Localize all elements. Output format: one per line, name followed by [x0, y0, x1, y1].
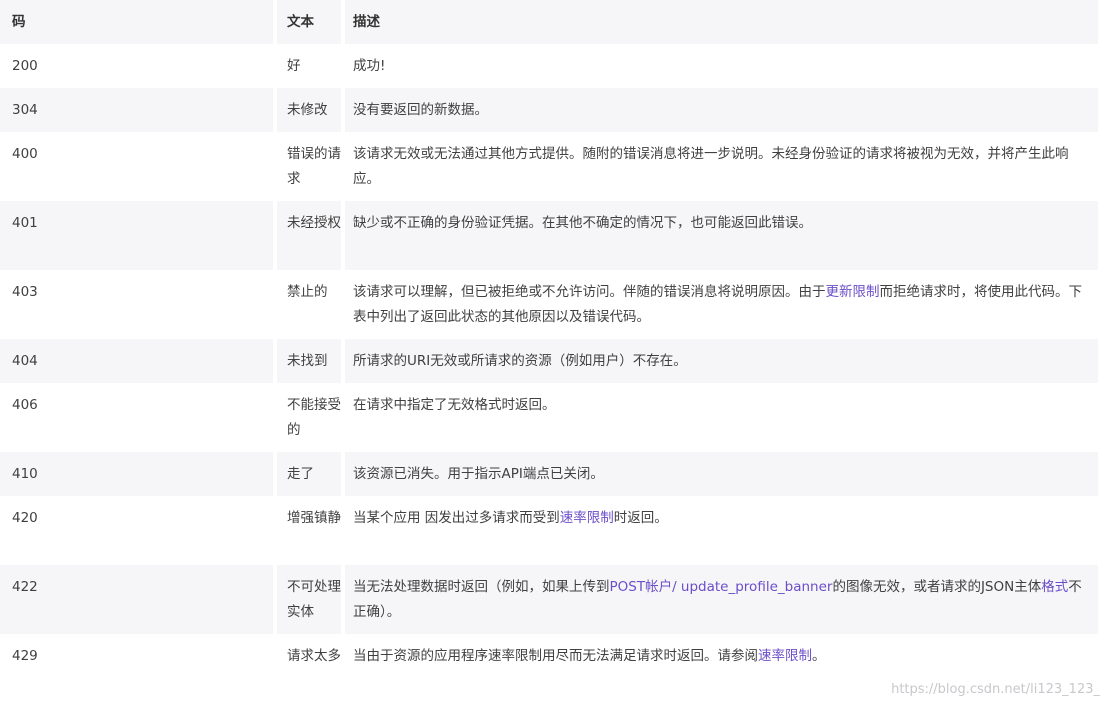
table-row: 422 不可处理实体 当无法处理数据时返回（例如，如果上传到POST帐户/ up… — [0, 565, 1098, 634]
table-row: 404 未找到 所请求的URI无效或所请求的资源（例如用户）不存在。 — [0, 339, 1098, 383]
rate-limit-link[interactable]: 速率限制 — [758, 648, 812, 664]
header-description: 描述 — [345, 0, 1098, 44]
status-code: 422 — [0, 565, 273, 634]
status-text: 走了 — [277, 452, 341, 496]
status-text: 错误的请求 — [277, 132, 341, 201]
status-description: 该资源已消失。用于指示API端点已关闭。 — [345, 452, 1098, 496]
status-text: 不能接受的 — [277, 383, 341, 452]
status-text: 增强镇静 — [277, 496, 341, 565]
header-code: 码 — [0, 0, 273, 44]
format-link[interactable]: 格式 — [1041, 579, 1068, 595]
table-row: 410 走了 该资源已消失。用于指示API端点已关闭。 — [0, 452, 1098, 496]
status-code: 410 — [0, 452, 273, 496]
table-row: 403 禁止的 该请求可以理解，但已被拒绝或不允许访问。伴随的错误消息将说明原因… — [0, 270, 1098, 339]
status-code: 304 — [0, 88, 273, 132]
status-description: 该请求无效或无法通过其他方式提供。随附的错误消息将进一步说明。未经身份验证的请求… — [345, 132, 1098, 201]
header-text: 文本 — [277, 0, 341, 44]
status-description: 在请求中指定了无效格式时返回。 — [345, 383, 1098, 452]
status-code: 200 — [0, 44, 273, 88]
status-description: 所请求的URI无效或所请求的资源（例如用户）不存在。 — [345, 339, 1098, 383]
status-text: 未找到 — [277, 339, 341, 383]
status-description: 没有要返回的新数据。 — [345, 88, 1098, 132]
status-text: 请求太多 — [277, 634, 341, 703]
status-code: 401 — [0, 201, 273, 270]
table-row: 420 增强镇静 当某个应用 因发出过多请求而受到速率限制时返回。 — [0, 496, 1098, 565]
status-text: 禁止的 — [277, 270, 341, 339]
status-text: 好 — [277, 44, 341, 88]
status-description: 缺少或不正确的身份验证凭据。在其他不确定的情况下，也可能返回此错误。 — [345, 201, 1098, 270]
status-code: 400 — [0, 132, 273, 201]
status-code: 404 — [0, 339, 273, 383]
table-row: 401 未经授权 缺少或不正确的身份验证凭据。在其他不确定的情况下，也可能返回此… — [0, 201, 1098, 270]
status-code: 403 — [0, 270, 273, 339]
rate-limit-link[interactable]: 更新限制 — [826, 284, 880, 300]
status-description: 该请求可以理解，但已被拒绝或不允许访问。伴随的错误消息将说明原因。由于更新限制而… — [345, 270, 1098, 339]
status-description: 成功! — [345, 44, 1098, 88]
status-text: 未经授权 — [277, 201, 341, 270]
status-description: 当无法处理数据时返回（例如，如果上传到POST帐户/ update_profil… — [345, 565, 1098, 634]
status-code: 429 — [0, 634, 273, 703]
status-text: 未修改 — [277, 88, 341, 132]
table-row: 406 不能接受的 在请求中指定了无效格式时返回。 — [0, 383, 1098, 452]
table-row: 400 错误的请求 该请求无效或无法通过其他方式提供。随附的错误消息将进一步说明… — [0, 132, 1098, 201]
status-description: 当某个应用 因发出过多请求而受到速率限制时返回。 — [345, 496, 1098, 565]
status-code: 406 — [0, 383, 273, 452]
status-text: 不可处理实体 — [277, 565, 341, 634]
status-code: 420 — [0, 496, 273, 565]
table-row: 304 未修改 没有要返回的新数据。 — [0, 88, 1098, 132]
watermark: https://blog.csdn.net/li123_123_ — [891, 682, 1100, 697]
update-profile-banner-link[interactable]: POST帐户/ update_profile_banner — [610, 579, 833, 595]
table-row: 200 好 成功! — [0, 44, 1098, 88]
rate-limit-link[interactable]: 速率限制 — [560, 510, 614, 526]
status-code-table: 码 文本 描述 200 好 成功! 304 未修改 没有要返回的新数据。 400… — [0, 0, 1102, 703]
table-header-row: 码 文本 描述 — [0, 0, 1098, 44]
